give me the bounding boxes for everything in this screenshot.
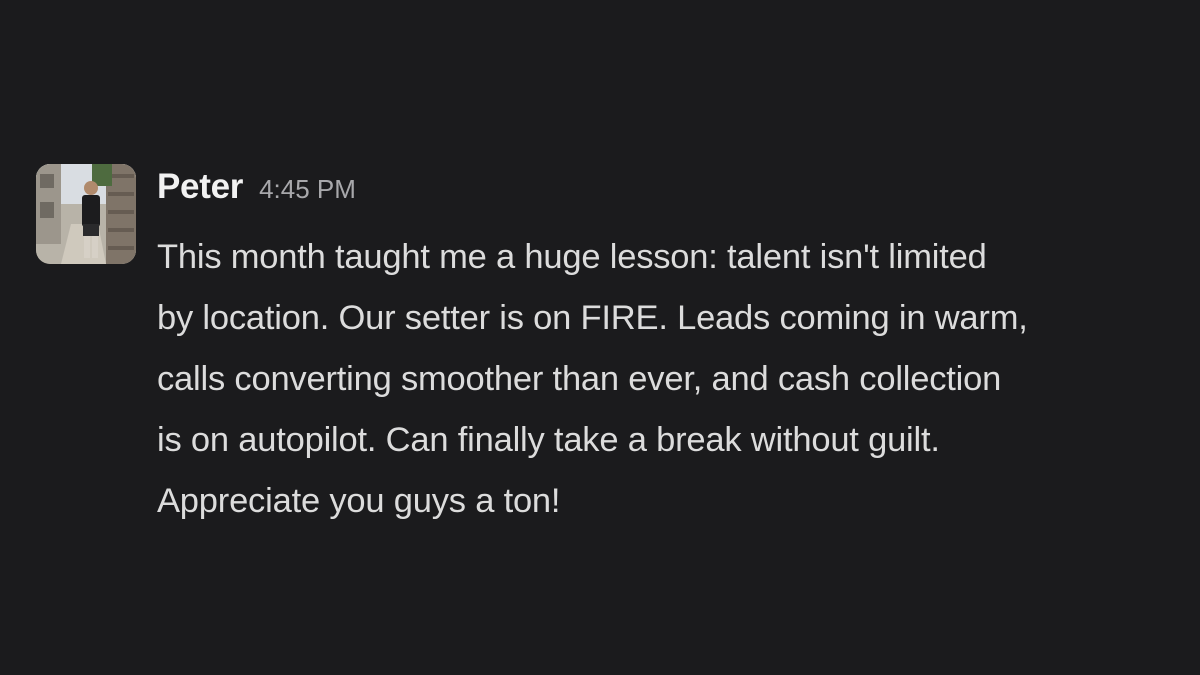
user-avatar-photo-icon — [36, 164, 136, 264]
message-line: calls converting smoother than ever, and… — [157, 360, 1002, 398]
message-line: Appreciate you guys a ton! — [157, 482, 561, 520]
author-name[interactable]: Peter — [157, 167, 243, 207]
message-header: Peter 4:45 PM — [157, 167, 1197, 209]
message-content: Peter 4:45 PM This month taught me a hug… — [157, 167, 1197, 532]
chat-message: Peter 4:45 PM This month taught me a hug… — [36, 164, 1176, 532]
message-timestamp[interactable]: 4:45 PM — [259, 174, 356, 205]
message-line: This month taught me a huge lesson: tale… — [157, 238, 987, 276]
message-line: is on autopilot. Can finally take a brea… — [157, 421, 940, 459]
avatar[interactable] — [36, 164, 136, 264]
message-body: This month taught me a huge lesson: tale… — [157, 227, 1197, 532]
message-line: by location. Our setter is on FIRE. Lead… — [157, 299, 1028, 337]
